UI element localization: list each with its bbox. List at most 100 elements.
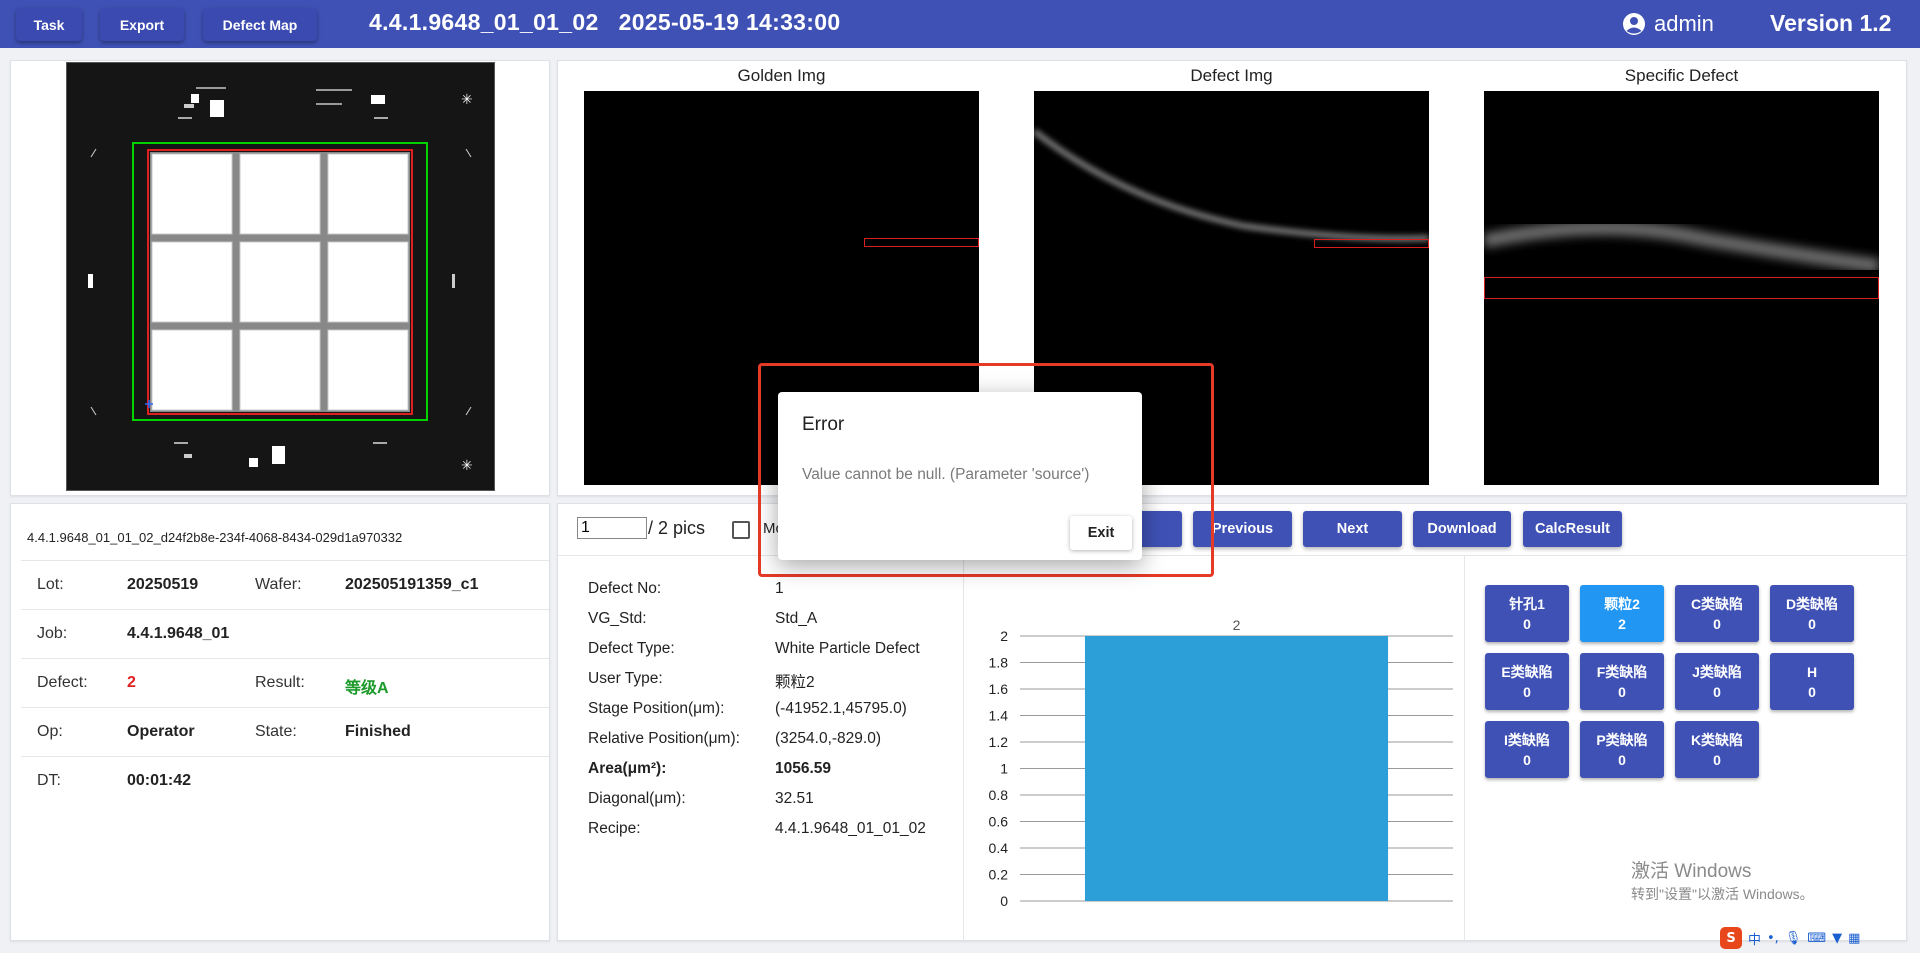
lot-label: Lot:: [37, 576, 64, 593]
defect-type-button[interactable]: J类缺陷 0: [1675, 653, 1759, 710]
download-button[interactable]: Download: [1413, 511, 1511, 547]
y-tick-label: 1: [1000, 761, 1008, 777]
specific-defect-title: Specific Defect: [1624, 66, 1739, 85]
defect-type-count: 0: [1713, 683, 1721, 700]
wafer-value: 202505191359_c1: [345, 576, 479, 593]
task-button[interactable]: Task: [16, 8, 82, 41]
defect-type-name: C类缺陷: [1690, 595, 1744, 612]
detail-value: 颗粒2: [775, 674, 815, 691]
wafer-map-image[interactable]: ✳ ✳: [66, 62, 495, 491]
defect-type-count: 0: [1618, 751, 1626, 768]
state-label: State:: [255, 723, 297, 740]
lot-row: Lot: 20250519 Wafer: 202505191359_c1: [21, 560, 549, 610]
page-input[interactable]: [577, 517, 647, 539]
op-value: Operator: [127, 723, 195, 740]
defect-type-name: H: [1806, 663, 1818, 680]
microphone-icon: 🎙: [1784, 930, 1802, 946]
chart-bar: [1084, 636, 1389, 901]
defect-map-button[interactable]: Defect Map: [203, 8, 317, 41]
defect-type-button[interactable]: C类缺陷 0: [1675, 585, 1759, 642]
defect-type-name: K类缺陷: [1690, 731, 1744, 748]
dialog-title: Error: [802, 414, 845, 435]
defect-count: 2: [127, 674, 136, 691]
result-value: 等级A: [345, 680, 389, 697]
version-label: Version 1.2: [1770, 10, 1892, 36]
defect-type-count: 0: [1808, 615, 1816, 632]
next-button[interactable]: Next: [1303, 511, 1402, 547]
defect-type-name: E类缺陷: [1501, 663, 1553, 680]
punctuation-icon: •,: [1767, 930, 1779, 946]
dt-row: DT: 00:01:42: [21, 756, 549, 806]
user-menu[interactable]: admin: [1622, 11, 1714, 37]
exit-button[interactable]: Exit: [1070, 516, 1132, 550]
lot-value: 20250519: [127, 576, 199, 593]
defect-type-button[interactable]: K类缺陷 0: [1675, 721, 1759, 778]
defect-type-button[interactable]: H0: [1770, 653, 1854, 710]
defect-type-count: 0: [1713, 751, 1721, 768]
defect-type-button[interactable]: F类缺陷 0: [1580, 653, 1664, 710]
activation-watermark-title: 激活 Windows: [1631, 861, 1752, 882]
defect-type-button[interactable]: D类缺陷 0: [1770, 585, 1854, 642]
wafer-label: Wafer:: [255, 576, 302, 593]
defect-type-button[interactable]: P类缺陷 0: [1580, 721, 1664, 778]
y-tick-label: 0.4: [989, 840, 1009, 856]
result-label: Result:: [255, 674, 305, 691]
export-button[interactable]: Export: [100, 8, 184, 41]
y-tick-label: 1.6: [989, 681, 1009, 697]
detail-label: Defect Type:: [588, 640, 675, 657]
detail-label: Stage Position(μm):: [588, 700, 725, 717]
sogou-icon: S: [1720, 927, 1742, 949]
job-value: 4.4.1.9648_01: [127, 625, 230, 642]
account-icon: [1623, 13, 1645, 35]
mode-checkbox[interactable]: [732, 521, 750, 539]
dt-label: DT:: [37, 772, 61, 789]
specific-defect-image[interactable]: [1484, 91, 1879, 485]
keyboard-icon: ⌨: [1807, 930, 1827, 946]
detail-value: 32.51: [775, 790, 814, 807]
defect-type-count: 0: [1523, 615, 1531, 632]
defect-type-count: 0: [1523, 683, 1531, 700]
calcresult-button[interactable]: CalcResult: [1523, 511, 1622, 547]
defect-type-button[interactable]: I类缺陷 0: [1485, 721, 1569, 778]
y-tick-label: 0.2: [989, 867, 1009, 883]
detail-label: Relative Position(μm):: [588, 730, 740, 747]
y-tick-label: 0: [1000, 893, 1008, 909]
y-tick-label: 1.2: [989, 734, 1009, 750]
defect-type-count: 0: [1618, 683, 1626, 700]
detail-value: (3254.0,-829.0): [775, 730, 881, 747]
specific-defect-box: [1484, 277, 1879, 299]
wafer-map-panel: ✳ ✳: [10, 60, 550, 496]
svg-text:✳: ✳: [461, 92, 473, 108]
svg-text:✳: ✳: [461, 458, 473, 474]
defect-type-button[interactable]: E类缺陷 0: [1485, 653, 1569, 710]
error-dialog: Error Value cannot be null. (Parameter '…: [778, 392, 1142, 560]
bar-data-label: 2: [1233, 617, 1241, 633]
detail-label: Recipe:: [588, 820, 641, 837]
defect-type-name: J类缺陷: [1692, 663, 1742, 680]
y-tick-label: 2: [1000, 628, 1008, 644]
defect-type-count: 0: [1523, 751, 1531, 768]
detail-value: 4.4.1.9648_01_01_02: [775, 820, 926, 837]
detail-label: VG_Std:: [588, 610, 647, 627]
defect-type-name: I类缺陷: [1504, 731, 1550, 748]
detail-label: User Type:: [588, 670, 663, 687]
page-title: 4.4.1.9648_01_01_02 2025-05-19 14:33:00: [369, 9, 841, 35]
job-label: Job:: [37, 625, 68, 642]
defect-type-count: 0: [1713, 615, 1721, 632]
defect-type-name: 针孔1: [1509, 595, 1545, 612]
op-label: Op:: [37, 723, 63, 740]
detail-label: Defect No:: [588, 580, 662, 597]
user-name: admin: [1654, 11, 1714, 36]
defect-type-button[interactable]: 针孔1 0: [1485, 585, 1569, 642]
y-tick-label: 1.4: [989, 708, 1009, 724]
detail-label: Area(μm²):: [588, 760, 667, 777]
y-tick-label: 1.8: [989, 655, 1009, 671]
ime-tray[interactable]: S 中 •, 🎙 ⌨ ▼ ▦: [1720, 926, 1860, 950]
defect-label: Defect:: [37, 674, 88, 691]
detail-value: 1: [775, 580, 784, 597]
golden-defect-box: [864, 238, 979, 247]
defect-type-button[interactable]: 颗粒2 2: [1580, 585, 1664, 642]
defect-box: [1314, 239, 1429, 248]
toolbox-icon: ▦: [1848, 930, 1861, 946]
y-tick-label: 0.8: [989, 787, 1009, 803]
